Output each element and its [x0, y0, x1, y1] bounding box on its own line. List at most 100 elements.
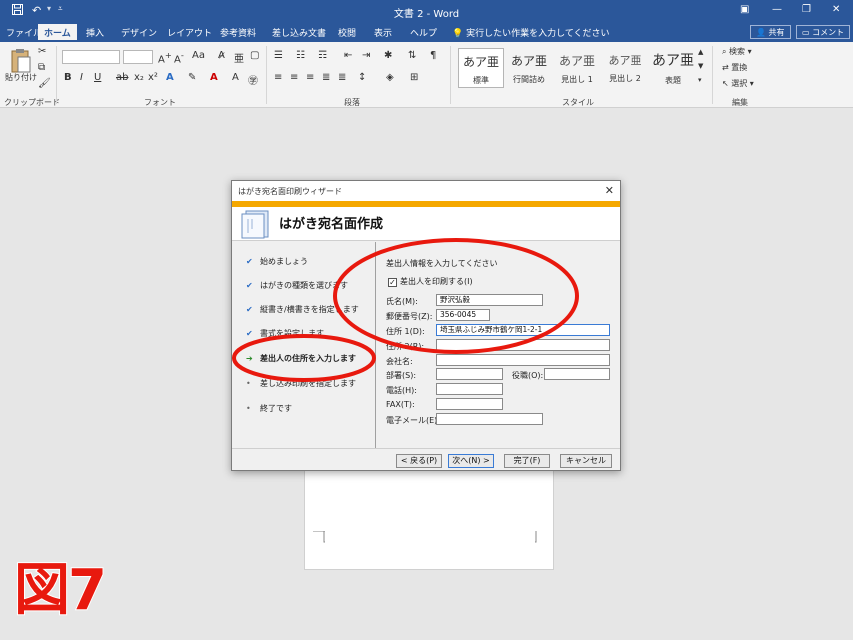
distribute-icon[interactable]: ≣	[338, 72, 346, 83]
bold-icon[interactable]: B	[64, 72, 72, 83]
change-case-icon[interactable]: Aa	[192, 50, 205, 61]
print-sender-checkbox[interactable]: ✓ 差出人を印刷する(I)	[388, 276, 473, 287]
enclose-char-icon[interactable]: ㊫	[248, 72, 258, 87]
cancel-button[interactable]: キャンセル	[560, 454, 612, 468]
style-heading1[interactable]: あア亜 見出し 1	[554, 48, 600, 88]
sort-icon[interactable]: ⇅	[408, 50, 416, 61]
wizard-step-current[interactable]: ➔ 差出人の住所を入力します	[246, 353, 356, 364]
tab-help[interactable]: ヘルプ	[410, 26, 437, 39]
tab-mailings[interactable]: 差し込み文書	[272, 26, 326, 39]
font-name-combo[interactable]	[62, 50, 120, 64]
increase-indent-icon[interactable]: ⇥	[362, 50, 370, 61]
tab-insert[interactable]: 挿入	[86, 26, 104, 39]
comment-button[interactable]: ▭ コメント	[796, 25, 851, 39]
shading-icon[interactable]: ◈	[386, 72, 394, 83]
decrease-indent-icon[interactable]: ⇤	[344, 50, 352, 61]
phonetic-guide-icon[interactable]: 亜	[234, 50, 244, 65]
close-icon[interactable]: ✕	[605, 184, 614, 197]
italic-icon[interactable]: I	[80, 72, 83, 83]
tell-me-box[interactable]: 💡 実行したい作業を入力してください	[452, 26, 610, 39]
styles-scroll-up-icon[interactable]: ▲	[698, 48, 703, 56]
wizard-step[interactable]: ✔ はがきの種類を選びます	[246, 280, 348, 291]
char-shading-icon[interactable]: A	[232, 72, 239, 83]
shrink-font-icon[interactable]: A-	[174, 50, 184, 65]
close-icon[interactable]: ✕	[832, 4, 840, 15]
styles-scroll-down-icon[interactable]: ▼	[698, 62, 703, 70]
align-right-icon[interactable]: ≡	[306, 72, 314, 83]
multilevel-list-icon[interactable]: ☶	[318, 50, 327, 61]
subscript-icon[interactable]: x₂	[134, 72, 144, 83]
ribbon-separator	[266, 46, 267, 104]
align-center-icon[interactable]: ≡	[290, 72, 298, 83]
wizard-step[interactable]: • 終了です	[246, 403, 292, 414]
step-label: 縦書き/横書きを指定します	[260, 305, 359, 314]
highlight-icon[interactable]: ✎	[188, 72, 196, 83]
style-name: 見出し 2	[609, 74, 641, 83]
company-field[interactable]	[436, 354, 610, 366]
ribbon-display-icon[interactable]: ▣	[740, 4, 749, 15]
wizard-step[interactable]: ✔ 始めましょう	[246, 256, 308, 267]
minimize-icon[interactable]: —	[772, 4, 782, 15]
bullets-icon[interactable]: ☰	[274, 50, 283, 61]
document-page[interactable]	[304, 466, 554, 570]
replace-button[interactable]: ⇄ 置換	[722, 62, 747, 73]
tab-layout[interactable]: レイアウト	[167, 26, 212, 39]
check-icon: ✔	[246, 329, 253, 338]
underline-icon[interactable]: U	[94, 72, 101, 83]
tab-home[interactable]: ホーム	[38, 24, 77, 42]
find-label: 検索	[729, 47, 746, 56]
asian-layout-icon[interactable]: ✱	[384, 50, 392, 61]
name-field[interactable]: 野沢弘毅	[436, 294, 543, 306]
clear-format-icon[interactable]: A̷	[218, 50, 225, 61]
style-normal[interactable]: あア亜 標準	[458, 48, 504, 88]
tab-design[interactable]: デザイン	[121, 26, 157, 39]
postal-code-field[interactable]: 356-0045	[436, 309, 490, 321]
address1-field[interactable]: 埼玉県ふじみ野市鶴ケ岡1-2-1	[436, 324, 610, 336]
show-marks-icon[interactable]: ¶	[430, 50, 436, 61]
cut-icon[interactable]: ✂	[38, 46, 46, 57]
grow-font-icon[interactable]: A+	[158, 50, 172, 65]
wizard-step[interactable]: • 差し込み印刷を指定します	[246, 378, 356, 389]
address2-field[interactable]	[436, 339, 610, 351]
superscript-icon[interactable]: x²	[148, 72, 158, 83]
style-title[interactable]: あア亜 表題	[650, 48, 696, 88]
ribbon-separator	[712, 46, 713, 104]
fax-label: FAX(T):	[386, 400, 415, 409]
ribbon: 貼り付け ✂ ⧉ 🖌 クリップボード A+ A- Aa A̷ 亜 ▢ B I U…	[0, 42, 853, 108]
font-color-icon[interactable]: A	[210, 72, 218, 83]
email-label: 電子メール(E):	[386, 416, 440, 425]
tab-file[interactable]: ファイル	[6, 26, 42, 39]
wizard-step[interactable]: ✔ 縦書き/横書きを指定します	[246, 304, 359, 315]
fax-field[interactable]	[436, 398, 503, 410]
text-effects-icon[interactable]: A	[166, 72, 174, 83]
wizard-step[interactable]: ✔ 書式を設定します	[246, 328, 324, 339]
next-button[interactable]: 次へ(N) >	[448, 454, 494, 468]
position-field[interactable]	[544, 368, 610, 380]
copy-icon[interactable]: ⧉	[38, 62, 45, 73]
phone-field[interactable]	[436, 383, 503, 395]
department-field[interactable]	[436, 368, 503, 380]
align-left-icon[interactable]: ≡	[274, 72, 282, 83]
select-button[interactable]: ↖ 選択 ▾	[722, 78, 754, 89]
font-size-combo[interactable]	[123, 50, 153, 64]
borders-icon[interactable]: ⊞	[410, 72, 418, 83]
styles-more-icon[interactable]: ▾	[698, 76, 702, 84]
finish-button[interactable]: 完了(F)	[504, 454, 550, 468]
style-heading2[interactable]: あア亜 見出し 2	[602, 48, 648, 88]
tab-references[interactable]: 参考資料	[220, 26, 256, 39]
style-no-spacing[interactable]: あア亜 行間詰め	[506, 48, 552, 88]
find-button[interactable]: ⌕ 検索 ▾	[722, 46, 752, 57]
justify-icon[interactable]: ≣	[322, 72, 330, 83]
tab-view[interactable]: 表示	[374, 26, 392, 39]
email-field[interactable]	[436, 413, 543, 425]
back-button[interactable]: < 戻る(P)	[396, 454, 442, 468]
share-button[interactable]: 👤 共有	[750, 25, 791, 39]
char-border-icon[interactable]: ▢	[250, 50, 259, 61]
tab-review[interactable]: 校閲	[338, 26, 356, 39]
strikethrough-icon[interactable]: ab	[116, 72, 128, 83]
figure-label: 図7	[13, 557, 108, 624]
numbering-icon[interactable]: ☷	[296, 50, 305, 61]
restore-icon[interactable]: ❐	[802, 4, 811, 15]
line-spacing-icon[interactable]: ↕	[358, 72, 366, 83]
format-painter-icon[interactable]: 🖌	[38, 78, 51, 89]
